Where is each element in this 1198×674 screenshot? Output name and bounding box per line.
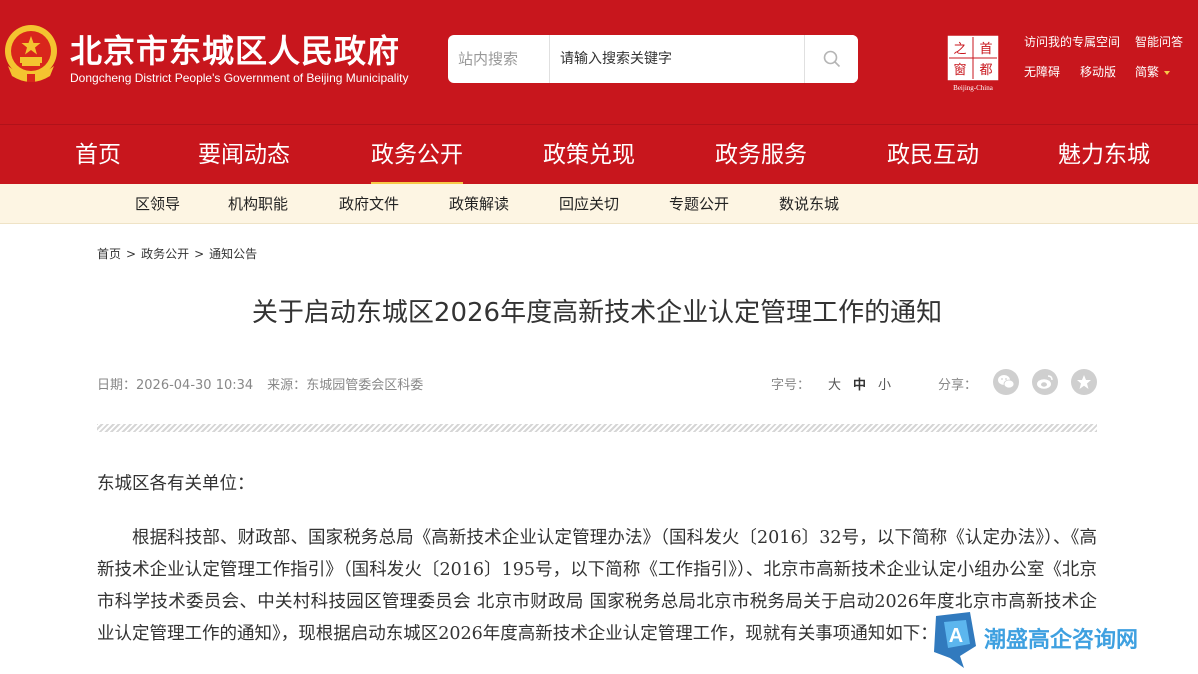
share-weibo-button[interactable] [1032,369,1058,395]
caret-down-icon [1164,70,1171,75]
top-links: 访问我的专属空间 智能问答 无障碍 移动版 简繁 [1024,33,1198,80]
search-bar: 站内搜索 [448,35,858,83]
nav-item-charm[interactable]: 魅力东城 [1058,125,1150,185]
article-source: 东城园管委会区科委 [306,378,424,393]
share-favorite-button[interactable] [1071,369,1097,395]
nav-item-policy[interactable]: 政策兑现 [543,125,635,185]
subnav-item-leaders[interactable]: 区领导 [135,184,180,224]
search-icon [823,50,840,68]
publish-date: 2026-04-30 10:34 [136,378,254,393]
site-header: 北京市东城区人民政府 Dongcheng District People's G… [0,0,1198,124]
subnav-item-documents[interactable]: 政府文件 [339,184,399,224]
logo-char: 首 [979,42,992,57]
weibo-icon [1037,375,1053,389]
subnav-item-data[interactable]: 数说东城 [779,184,839,224]
nav-item-home[interactable]: 首页 [75,125,121,185]
watermark-text: 潮盛高企咨询网 [984,627,1139,653]
accessibility-link[interactable]: 无障碍 [1024,63,1060,80]
wechat-icon [998,375,1015,389]
my-space-link[interactable]: 访问我的专属空间 [1024,33,1120,50]
breadcrumb: 首页 > 政务公开 > 通知公告 [97,245,257,262]
sub-nav: 区领导 机构职能 政府文件 政策解读 回应关切 专题公开 数说东城 [0,184,1198,224]
font-size-large[interactable]: 大 [828,378,841,393]
salutation: 东城区各有关单位： [97,474,255,494]
subnav-item-response[interactable]: 回应关切 [559,184,619,224]
search-scope-select[interactable]: 站内搜索 [448,35,550,83]
nav-item-gov-affairs[interactable]: 政务公开 [371,125,463,185]
nav-item-news[interactable]: 要闻动态 [198,125,290,185]
logo-char: 之 [953,42,966,57]
date-label: 日期： [97,378,137,393]
nav-item-interaction[interactable]: 政民互动 [887,125,979,185]
share-wechat-button[interactable] [993,369,1019,395]
breadcrumb-separator: > [194,247,205,261]
language-switch[interactable]: 简繁 [1135,63,1171,80]
watermark-logo-icon: A [934,612,976,668]
article-title: 关于启动东城区2026年度高新技术企业认定管理工作的通知 [251,298,943,328]
svg-text:A: A [949,625,963,647]
breadcrumb-home[interactable]: 首页 [97,247,121,261]
font-size-control: 字号： 大中小 [771,374,891,393]
watermark: A 潮盛高企咨询网 [930,608,1170,668]
logo-char: 窗 [953,62,966,78]
logo-caption: Beijing-China [953,84,994,92]
breadcrumb-separator: > [126,247,137,261]
national-emblem-icon [5,25,57,82]
content-divider [97,424,1097,432]
language-label: 简繁 [1135,65,1160,79]
nav-item-services[interactable]: 政务服务 [715,125,807,185]
mobile-link[interactable]: 移动版 [1080,63,1116,80]
font-size-label: 字号： [771,378,811,393]
main-nav: 首页 要闻动态 政务公开 政策兑现 政务服务 政民互动 魅力东城 [0,124,1198,185]
subnav-item-interpretation[interactable]: 政策解读 [449,184,509,224]
font-size-small[interactable]: 小 [878,378,891,393]
smart-qa-link[interactable]: 智能问答 [1135,33,1183,50]
subnav-item-functions[interactable]: 机构职能 [228,184,288,224]
logo-char: 都 [979,63,992,78]
subnav-item-topics[interactable]: 专题公开 [669,184,729,224]
site-name[interactable]: 北京市东城区人民政府 [70,26,400,72]
breadcrumb-gov-affairs[interactable]: 政务公开 [141,247,189,261]
search-input[interactable] [552,35,802,83]
breadcrumb-notices[interactable]: 通知公告 [209,247,257,261]
article-meta: 日期：2026-04-30 10:34 来源：东城园管委会区科委 字号： 大中小 分… [97,369,1097,395]
capital-window-logo[interactable]: 之 首 窗 都 Beijing-China [946,34,1000,92]
search-button[interactable] [804,35,858,83]
share-label: 分享： [938,378,978,393]
source-label: 来源： [267,378,307,393]
font-size-medium[interactable]: 中 [853,378,866,393]
site-name-english: Dongcheng District People's Government o… [70,71,409,85]
favorite-star-icon [1077,375,1091,389]
